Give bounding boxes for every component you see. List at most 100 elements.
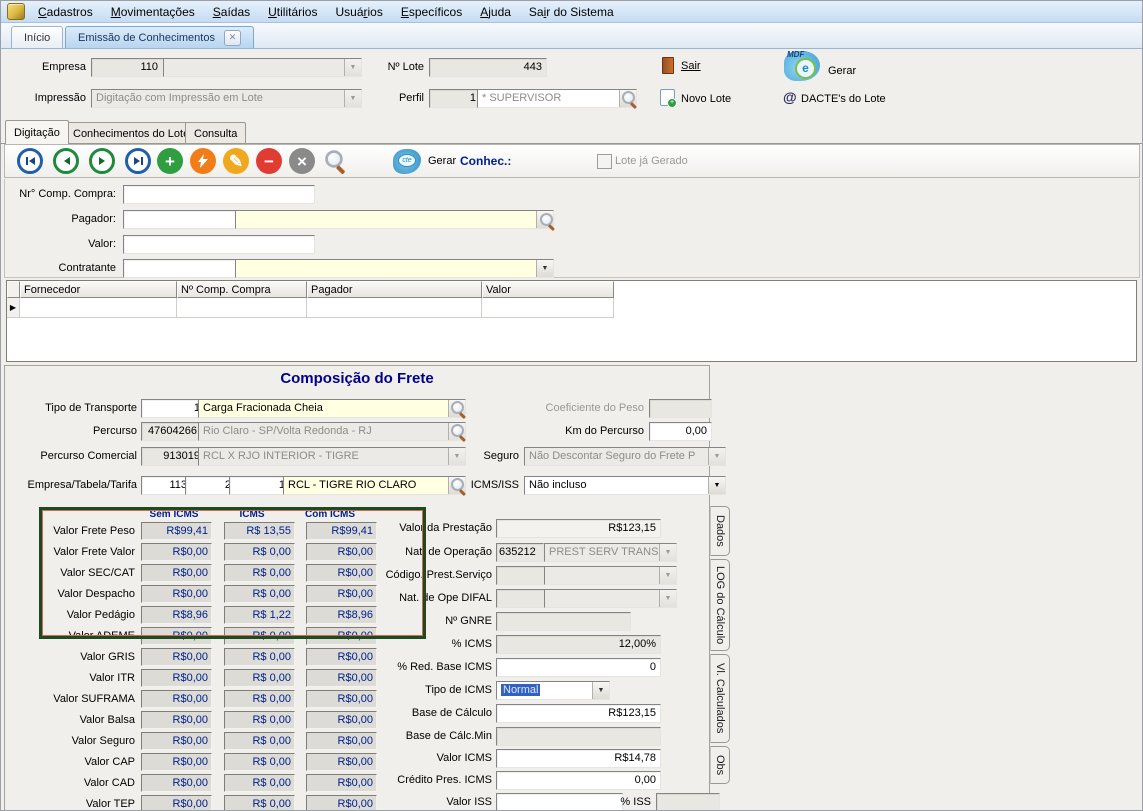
base-calculo-field[interactable]: R$123,15	[496, 704, 661, 723]
impressao-combo-arrow-icon: ▼	[344, 90, 361, 107]
lot-table-cell[interactable]	[20, 298, 177, 318]
search-record-icon[interactable]	[324, 149, 348, 173]
tarifa-numero-field[interactable]: 1	[229, 476, 290, 495]
valor-icms-col-field: R$ 0,00	[224, 543, 295, 561]
contratante-combo[interactable]: ▼	[235, 259, 554, 278]
valor-sem-icms-field: R$0,00	[141, 690, 212, 708]
subtab-consulta[interactable]: Consulta	[185, 122, 246, 144]
valor-input[interactable]	[123, 235, 315, 254]
last-record-icon[interactable]	[125, 148, 151, 174]
conhec-label: Conhec.:	[460, 154, 511, 168]
percurso-comercial-label: Percurso Comercial	[1, 447, 137, 466]
frete-value-label: Valor ADEME	[6, 630, 135, 642]
subtab-digitacao[interactable]: Digitação	[5, 120, 69, 144]
contratante-combo-arrow-icon: ▼	[536, 260, 553, 277]
percurso-comercial-value: RCL X RJO INTERIOR - TIGRE	[203, 450, 359, 462]
gerar-cte-button[interactable]: Gerar	[428, 155, 456, 167]
sidetab-log-do-calculo[interactable]: LOG do Cálculo	[710, 559, 730, 651]
lot-table-cell[interactable]	[307, 298, 482, 318]
nat-operacao-label: Nat. de Operação	[331, 543, 492, 562]
valor-icms-col-field: R$ 0,00	[224, 669, 295, 687]
icms-iss-arrow-icon: ▼	[708, 477, 725, 494]
post-record-icon[interactable]	[190, 148, 216, 174]
contratante-label: Contratante	[1, 259, 116, 278]
comp-compra-input[interactable]	[123, 185, 315, 204]
contratante-code-input[interactable]	[123, 259, 241, 278]
new-lot-plus-icon: +	[667, 98, 677, 108]
tipo-transporte-label: Tipo de Transporte	[1, 399, 137, 418]
tipo-icms-combo[interactable]: Normal ▼	[496, 681, 610, 700]
frete-value-label: Valor SEC/CAT	[6, 567, 135, 579]
edit-record-icon[interactable]: ✎	[223, 148, 249, 174]
sidetab-vl-calculados[interactable]: Vl. Calculados	[710, 654, 730, 743]
seguro-arrow-icon: ▼	[708, 448, 725, 465]
lot-table: FornecedorNº Comp. CompraPagadorValor ▶	[6, 280, 1137, 362]
sidetab-obs[interactable]: Obs	[710, 746, 730, 784]
menu-item-usuarios[interactable]: Usuários	[326, 3, 391, 21]
valor-icms-col-field: R$ 0,00	[224, 753, 295, 771]
valor-sem-icms-field: R$99,41	[141, 522, 212, 540]
icms-iss-combo[interactable]: Não incluso ▼	[524, 476, 726, 495]
lote-field: 443	[429, 58, 547, 77]
menu-item-cadastros[interactable]: Cadastros	[29, 3, 102, 21]
first-record-icon[interactable]	[17, 148, 43, 174]
menu-item-saidas[interactable]: Saídas	[204, 3, 259, 21]
novo-lote-button[interactable]: Novo Lote	[681, 90, 731, 109]
application-window: CadastrosMovimentaçõesSaídasUtilitáriosU…	[0, 0, 1143, 811]
valor-sem-icms-field: R$8,96	[141, 606, 212, 624]
dacte-lote-button[interactable]: DACTE's do Lote	[801, 90, 886, 109]
subtab-conhecimentos-do-lote[interactable]: Conhecimentos do Lote	[64, 122, 198, 144]
delete-record-icon[interactable]: −	[256, 148, 282, 174]
impressao-combo: Digitação com Impressão em Lote ▼	[91, 89, 362, 108]
sidetab-dados[interactable]: Dados	[710, 506, 730, 556]
frete-value-label: Valor GRIS	[6, 651, 135, 663]
tipo-icms-arrow-icon: ▼	[592, 682, 609, 699]
km-percurso-field[interactable]: 0,00	[649, 422, 712, 441]
next-record-icon[interactable]	[89, 148, 115, 174]
valor-icms-field[interactable]: R$14,78	[496, 749, 661, 768]
tipo-transporte-search-icon[interactable]	[450, 400, 468, 418]
frete-value-label: Valor Frete Valor	[6, 546, 135, 558]
menu-item-especificos[interactable]: Específicos	[392, 3, 471, 21]
lot-table-cell[interactable]	[177, 298, 307, 318]
valor-sem-icms-field: R$0,00	[141, 543, 212, 561]
pagador-code-input[interactable]	[123, 210, 241, 229]
perfil-combo[interactable]: * SUPERVISOR ▼	[477, 89, 637, 108]
pagador-search-icon[interactable]	[539, 212, 557, 230]
frete-value-label: Valor Frete Peso	[6, 525, 135, 537]
valor-icms-col-field: R$ 0,00	[224, 795, 295, 811]
sair-button[interactable]: Sair	[681, 57, 701, 76]
pagador-combo[interactable]: ▼	[235, 210, 554, 229]
cancel-record-icon[interactable]: ×	[289, 148, 315, 174]
frete-value-label: Valor ITR	[6, 672, 135, 684]
valor-sem-icms-field: R$0,00	[141, 753, 212, 771]
red-base-icms-field[interactable]: 0	[496, 658, 661, 677]
tipo-transporte-code-field[interactable]: 1	[141, 399, 205, 418]
record-toolbar: + ✎ − × cte Gerar Conhec.: Lote já Gerad…	[4, 144, 1140, 178]
gerar-mdfe-button[interactable]: Gerar	[828, 62, 856, 81]
credito-pres-icms-label: Crédito Pres. ICMS	[331, 771, 492, 790]
base-calculo-label: Base de Cálculo	[331, 704, 492, 723]
close-tab-icon[interactable]: ✕	[224, 30, 241, 46]
menu-item-movimentacoes[interactable]: Movimentações	[102, 3, 204, 21]
nat-operacao-code-field: 635212	[496, 543, 544, 562]
menu-item-sair-do-sistema[interactable]: Sair do Sistema	[520, 3, 623, 21]
frete-value-label: Valor SUFRAMA	[6, 693, 135, 705]
pagador-label: Pagador:	[1, 210, 116, 229]
valor-icms-col-field: R$ 1,22	[224, 606, 295, 624]
tipo-transporte-combo[interactable]: Carga Fracionada Cheia ▼	[198, 399, 466, 418]
tab-inicio[interactable]: Início	[11, 26, 63, 48]
perfil-label: Perfil	[386, 89, 424, 108]
perfil-search-icon[interactable]	[621, 90, 639, 108]
tab-emissao-conhecimentos[interactable]: Emissão de Conhecimentos ✕	[65, 26, 254, 48]
menu-item-utilitarios[interactable]: Utilitários	[259, 3, 326, 21]
menu-item-ajuda[interactable]: Ajuda	[471, 3, 520, 21]
valor-sem-icms-field: R$0,00	[141, 648, 212, 666]
credito-pres-icms-field[interactable]: 0,00	[496, 771, 661, 790]
prev-record-icon[interactable]	[53, 148, 79, 174]
lot-table-cell[interactable]	[482, 298, 614, 318]
insert-record-icon[interactable]: +	[157, 148, 183, 174]
tab-inicio-label: Início	[24, 32, 50, 44]
percurso-search-icon[interactable]	[450, 423, 468, 441]
nat-ope-difal-arrow-icon: ▼	[659, 590, 676, 607]
